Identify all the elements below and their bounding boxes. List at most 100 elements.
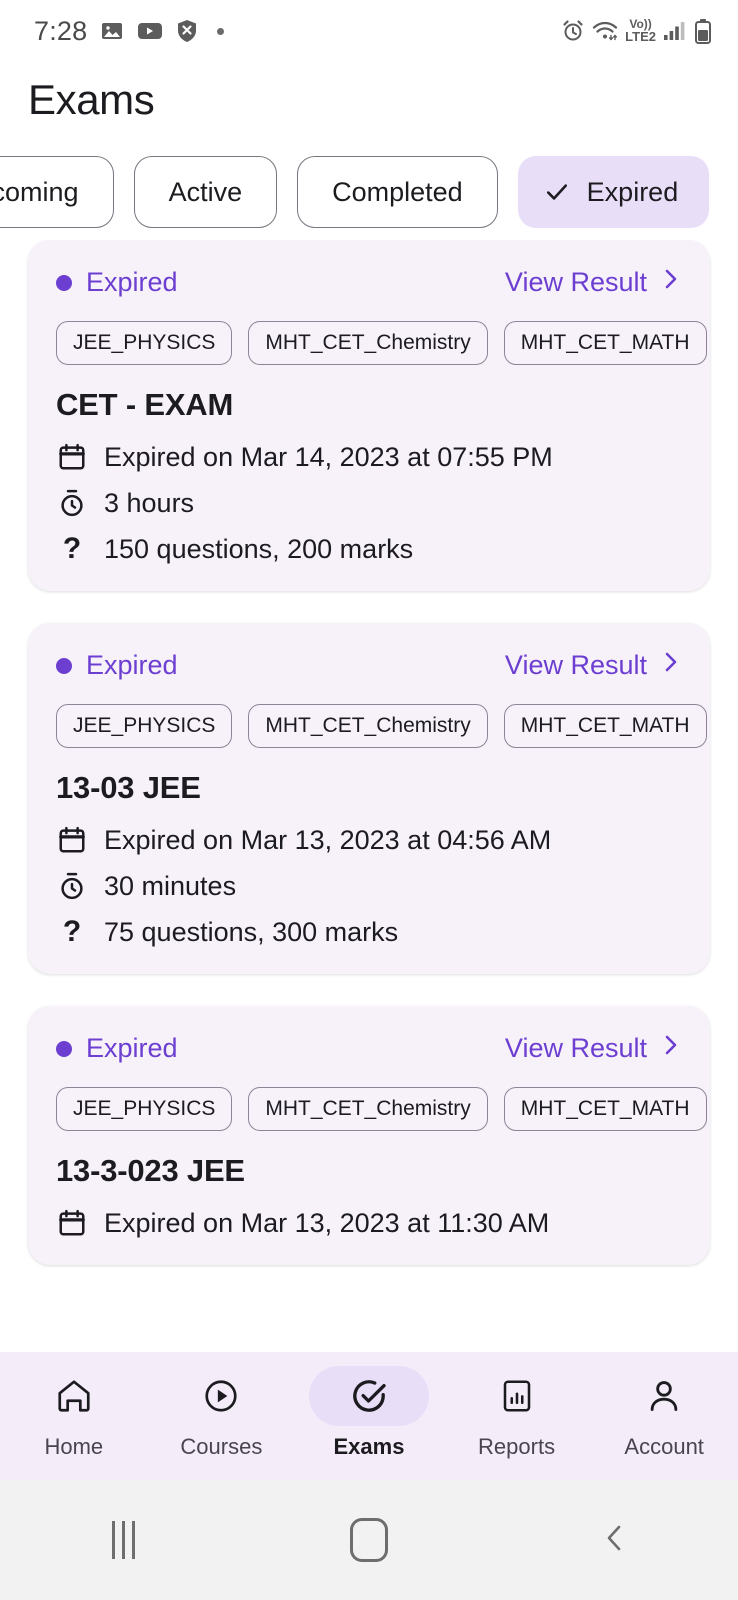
subject-chip: MHT_CET_MATH [503,1087,707,1131]
filter-tab-completed[interactable]: Completed [297,156,498,228]
exam-list[interactable]: Expired View Result JEE_PHYSICS MHT_CET_Che… [0,240,738,1352]
calendar-icon [56,1207,88,1239]
view-result-label: View Result [504,267,647,297]
exam-expiry: Expired on Mar 14, 2023 at 07:55 PM [56,441,682,473]
exam-duration-text: 3 hours [104,487,195,518]
question-mark-icon: ? [62,532,82,565]
exam-title: 13-03 JEE [56,770,201,805]
exam-expiry: Expired on Mar 13, 2023 at 11:30 AM [56,1207,682,1239]
view-result-label: View Result [504,1033,647,1063]
status-label: Expired [86,1033,178,1063]
exam-questions: ? 150 questions, 200 marks [56,533,682,565]
back-button[interactable] [492,1520,738,1561]
wifi-icon [592,20,618,42]
exam-card-header: Expired View Result [56,266,682,299]
dot-indicator [217,27,225,35]
status-badge: Expired [56,1033,178,1064]
filter-tab-expired[interactable]: Expired [517,156,710,228]
nav-label-home: Home [44,1434,104,1459]
status-label: Expired [86,650,178,680]
exam-questions-text: 150 questions, 200 marks [104,533,414,564]
calendar-icon [56,441,88,473]
filter-tabs-scroller[interactable]: Upcoming Active Completed Expired [0,144,738,240]
calendar-icon [56,824,88,856]
exam-expiry-text: Expired on Mar 13, 2023 at 11:30 AM [104,1207,550,1238]
exam-card-header: Expired View Result [56,1032,682,1065]
subject-chip-list: JEE_PHYSICS MHT_CET_Chemistry MHT_CET_MATH [56,321,707,365]
filter-tab-label: Upcoming [0,176,79,207]
phone-screen: 7:28 Vo)) LTE2 Exams oming Active Comple… [0,0,738,1600]
volte-icon: Vo)) LTE2 [625,17,656,44]
filter-tab-active[interactable]: Active [133,156,278,228]
view-result-link[interactable]: View Result [505,266,682,299]
exam-duration-text: 30 minutes [104,870,237,901]
exam-card[interactable]: Expired View Result JEE_PHYSICS MHT_CET_Che… [28,240,710,591]
battery-icon [694,18,712,44]
subject-chip-list: JEE_PHYSICS MHT_CET_Chemistry MHT_CET_MATH [56,704,707,748]
timer-icon [56,487,88,519]
nav-item-exams[interactable]: Exams [295,1366,443,1460]
status-bar-clock: 7:28 [34,15,88,46]
status-badge: Expired [56,267,178,298]
status-bar-left: 7:28 [34,15,225,47]
bar-chart-icon [457,1366,577,1426]
nav-item-reports[interactable]: Reports [443,1366,591,1460]
exam-card[interactable]: Expired View Result JEE_PHYSICS MHT_CET_Che… [28,1006,710,1265]
app-header: Exams [0,62,738,144]
filter-tab-upcoming[interactable]: Upcoming [0,156,114,228]
exam-title: CET - EXAM [56,387,234,422]
subject-chip: MHT_CET_Chemistry [248,704,488,748]
subject-chip-list: JEE_PHYSICS MHT_CET_Chemistry MHT_CET_MATH [56,1087,707,1131]
check-circle-icon [308,1366,429,1426]
view-result-label: View Result [504,650,647,680]
subject-chip: MHT_CET_MATH [503,704,707,748]
nav-label-exams: Exams [333,1434,405,1459]
nav-item-home[interactable]: Home [0,1366,148,1460]
exam-title: 13-3-023 JEE [56,1153,245,1188]
exam-expiry-text: Expired on Mar 14, 2023 at 07:55 PM [104,441,553,472]
check-icon [543,178,571,206]
shield-blocked-icon [176,19,198,43]
bottom-navigation: Home Courses Exams Reports Account [0,1352,738,1480]
nav-label-account: Account [624,1434,704,1459]
nav-label-reports: Reports [478,1434,556,1459]
android-system-nav [0,1480,738,1600]
page-title: Exams [28,76,155,123]
alarm-icon [561,19,585,43]
status-dot-icon [56,657,72,674]
subject-chip: JEE_PHYSICS [56,321,233,365]
subject-chip: JEE_PHYSICS [56,704,233,748]
recents-button[interactable] [0,1521,246,1559]
view-result-link[interactable]: View Result [505,649,682,682]
nav-item-account[interactable]: Account [590,1366,738,1460]
exam-duration: 30 minutes [56,870,682,902]
nav-item-courses[interactable]: Courses [148,1366,296,1460]
gallery-icon [100,19,124,43]
question-mark-icon: ? [62,915,82,948]
exam-expiry: Expired on Mar 13, 2023 at 04:56 AM [56,824,682,856]
exam-card[interactable]: Expired View Result JEE_PHYSICS MHT_CET_Che… [28,623,710,974]
view-result-link[interactable]: View Result [505,1032,682,1065]
status-dot-icon [56,1040,72,1057]
exam-card-header: Expired View Result [56,649,682,682]
timer-icon [56,870,88,902]
status-dot-icon [56,274,72,291]
filter-tab-label: Expired [586,176,679,207]
exam-questions: ? 75 questions, 300 marks [56,916,682,948]
play-circle-icon [161,1366,281,1426]
status-bar-right: Vo)) LTE2 [561,18,712,44]
home-button[interactable] [246,1518,492,1562]
filter-tab-label: Active [168,176,243,207]
person-icon [604,1366,724,1426]
subject-chip: JEE_PHYSICS [56,1087,233,1131]
chevron-right-icon [660,266,682,299]
subject-chip: MHT_CET_Chemistry [248,1087,488,1131]
nav-label-courses: Courses [180,1434,263,1459]
home-square-icon [350,1518,388,1562]
exam-duration: 3 hours [56,487,682,519]
filter-tab-label: Completed [332,176,463,207]
status-bar: 7:28 Vo)) LTE2 [0,0,738,62]
recents-icon [111,1521,135,1559]
youtube-icon [137,21,163,41]
subject-chip: MHT_CET_MATH [503,321,707,365]
